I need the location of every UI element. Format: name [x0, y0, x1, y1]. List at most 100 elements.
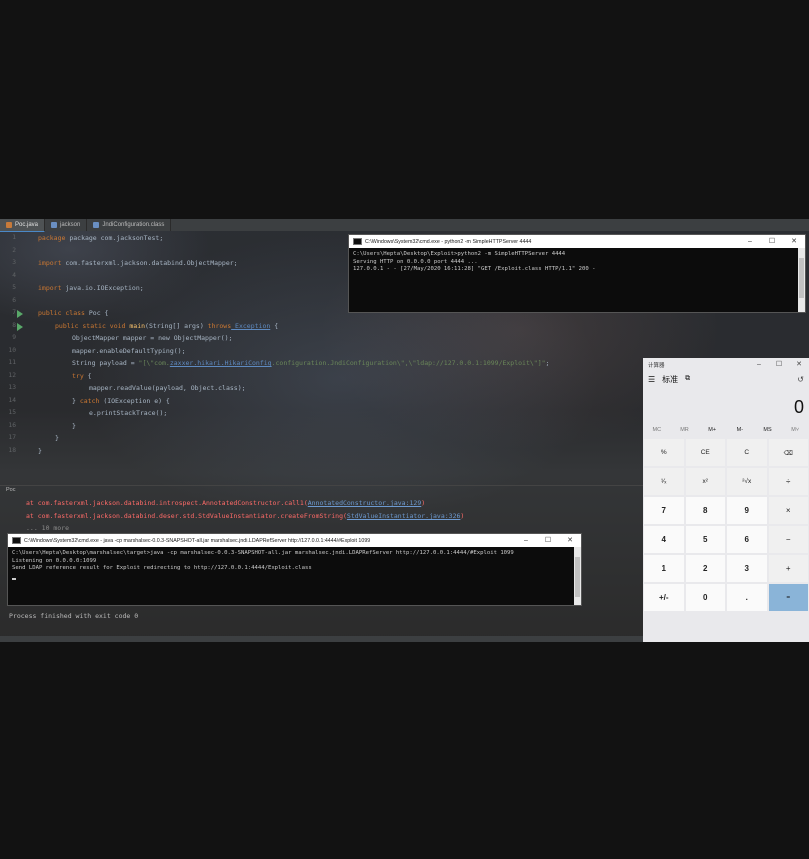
line-number: 12: [8, 372, 16, 379]
digit-8-key[interactable]: 8: [685, 497, 725, 524]
digit-2-key[interactable]: 2: [685, 555, 725, 582]
run-class-icon[interactable]: [17, 310, 23, 318]
line-number: 6: [12, 297, 16, 304]
history-icon[interactable]: ↺: [797, 375, 804, 384]
equals-key[interactable]: =: [768, 584, 808, 611]
module-icon: [51, 222, 58, 228]
maximize-button[interactable]: ☐: [769, 358, 789, 371]
exception-link[interactable]: Exception: [231, 322, 270, 330]
maximize-button[interactable]: ☐: [537, 534, 559, 547]
code-text: java.io.IOException;: [61, 284, 144, 292]
code-text: }: [72, 397, 80, 405]
console-output[interactable]: C:\Users\Hepta\Desktop\Exploit>python2 -…: [349, 248, 805, 277]
run-panel-title[interactable]: Poc: [6, 487, 15, 493]
negate-key[interactable]: +/-: [644, 584, 684, 611]
calculator-window[interactable]: 计算器 – ☐ ✕ ☰ 标准 ⧉ ↺ 0 MC MR M+ M- MS M˅ %…: [643, 358, 809, 642]
window-titlebar[interactable]: C:\Windows\System32\cmd.exe - java -cp m…: [8, 534, 581, 547]
window-controls: – ☐ ✕: [749, 358, 809, 371]
code-text: package com.jacksonTest;: [69, 234, 164, 242]
line-number: 7: [12, 309, 16, 316]
add-key[interactable]: +: [768, 555, 808, 582]
close-button[interactable]: ✕: [783, 235, 805, 248]
scrollbar-thumb[interactable]: [575, 557, 580, 597]
window-titlebar[interactable]: 计算器 – ☐ ✕: [643, 358, 809, 371]
digit-6-key[interactable]: 6: [727, 526, 767, 553]
square-key[interactable]: x²: [685, 468, 725, 495]
cmd-icon: [353, 238, 362, 245]
memory-store-button[interactable]: MS: [754, 427, 782, 433]
line-number: 10: [8, 347, 16, 354]
clear-key[interactable]: C: [727, 439, 767, 466]
digit-1-key[interactable]: 1: [644, 555, 684, 582]
stacktrace-line: at com.fasterxml.jackson.databind.intros…: [26, 499, 425, 507]
memory-add-button[interactable]: M+: [698, 427, 726, 433]
stacktrace-text: at com.fasterxml.jackson.databind.deser.…: [26, 512, 347, 520]
cmd-window-http-server[interactable]: C:\Windows\System32\cmd.exe - python2 -m…: [348, 234, 806, 313]
code-line: ObjectMapper mapper = new ObjectMapper()…: [72, 334, 232, 342]
divide-key[interactable]: ÷: [768, 468, 808, 495]
scrollbar[interactable]: [798, 248, 805, 312]
mode-label: 标准: [662, 374, 679, 384]
stacktrace-more: ... 10 more: [26, 524, 69, 532]
minimize-button[interactable]: –: [515, 534, 537, 547]
digit-5-key[interactable]: 5: [685, 526, 725, 553]
code-line: }: [72, 422, 76, 430]
keyword: package: [38, 234, 66, 242]
window-title: C:\Windows\System32\cmd.exe - java -cp m…: [24, 537, 371, 544]
run-main-icon[interactable]: [17, 323, 23, 331]
percent-key[interactable]: %: [644, 439, 684, 466]
line-gutter: 1 2 3 4 5 6 7 8 9 10 11 12 13 14 15 16 1…: [0, 231, 30, 476]
minimize-button[interactable]: –: [749, 358, 769, 371]
code-text: Poc {: [84, 309, 109, 317]
tab-label: jackson: [60, 222, 81, 228]
digit-7-key[interactable]: 7: [644, 497, 684, 524]
memory-recall-button[interactable]: MR: [671, 427, 699, 433]
digit-3-key[interactable]: 3: [727, 555, 767, 582]
text-cursor: [12, 578, 16, 581]
backspace-key[interactable]: ⌫: [768, 439, 808, 466]
memory-list-button[interactable]: M˅: [781, 427, 809, 433]
digit-0-key[interactable]: 0: [685, 584, 725, 611]
code-text: (IOException e) {: [99, 397, 170, 405]
tab-jndiconfiguration[interactable]: JndiConfiguration.class: [87, 219, 172, 231]
window-titlebar[interactable]: C:\Windows\System32\cmd.exe - python2 -m…: [349, 235, 805, 248]
clear-entry-key[interactable]: CE: [685, 439, 725, 466]
calculator-display: 0: [793, 397, 804, 417]
memory-subtract-button[interactable]: M-: [726, 427, 754, 433]
window-title: 计算器: [648, 362, 665, 369]
cmd-window-ldap-server[interactable]: C:\Windows\System32\cmd.exe - java -cp m…: [7, 533, 582, 606]
code-line: mapper.enableDefaultTyping();: [72, 347, 186, 355]
multiply-key[interactable]: ×: [768, 497, 808, 524]
code-text: {: [270, 322, 279, 330]
digit-9-key[interactable]: 9: [727, 497, 767, 524]
tab-label: Poc.java: [15, 222, 39, 228]
stacktrace-link[interactable]: StdValueInstantiator.java:326: [347, 512, 461, 520]
minimize-button[interactable]: –: [739, 235, 761, 248]
tab-jackson[interactable]: jackson: [45, 219, 88, 231]
stacktrace-link[interactable]: AnnotatedConstructor.java:129: [308, 499, 422, 507]
close-button[interactable]: ✕: [559, 534, 581, 547]
square-root-key[interactable]: ²√x: [727, 468, 767, 495]
subtract-key[interactable]: −: [768, 526, 808, 553]
reciprocal-key[interactable]: ¹⁄ₓ: [644, 468, 684, 495]
scrollbar-thumb[interactable]: [799, 258, 804, 298]
console-line: Send LDAP reference result for Exploit r…: [12, 565, 312, 572]
console-line: Listening on 0.0.0.0:1099: [12, 557, 97, 564]
console-output[interactable]: C:\Users\Hepta\Desktop\marshalsec\target…: [8, 547, 581, 583]
maximize-button[interactable]: ☐: [761, 235, 783, 248]
digit-4-key[interactable]: 4: [644, 526, 684, 553]
line-number: 14: [8, 397, 16, 404]
decimal-key[interactable]: .: [727, 584, 767, 611]
code-text: (String[] args): [145, 322, 208, 330]
memory-clear-button[interactable]: MC: [643, 427, 671, 433]
close-button[interactable]: ✕: [789, 358, 809, 371]
hamburger-menu-icon[interactable]: ☰: [648, 375, 655, 384]
stacktrace-text: at com.fasterxml.jackson.databind.intros…: [26, 499, 308, 507]
keep-on-top-icon[interactable]: ⧉: [685, 375, 690, 383]
line-number: 18: [8, 447, 16, 454]
window-controls: – ☐ ✕: [739, 235, 805, 248]
scrollbar[interactable]: [574, 547, 581, 605]
code-text: ObjectMapper mapper = new ObjectMapper()…: [72, 334, 233, 342]
package-link[interactable]: zaxxer.hikari.HikariConfig: [170, 359, 272, 367]
stacktrace-line: at com.fasterxml.jackson.databind.deser.…: [26, 512, 464, 520]
